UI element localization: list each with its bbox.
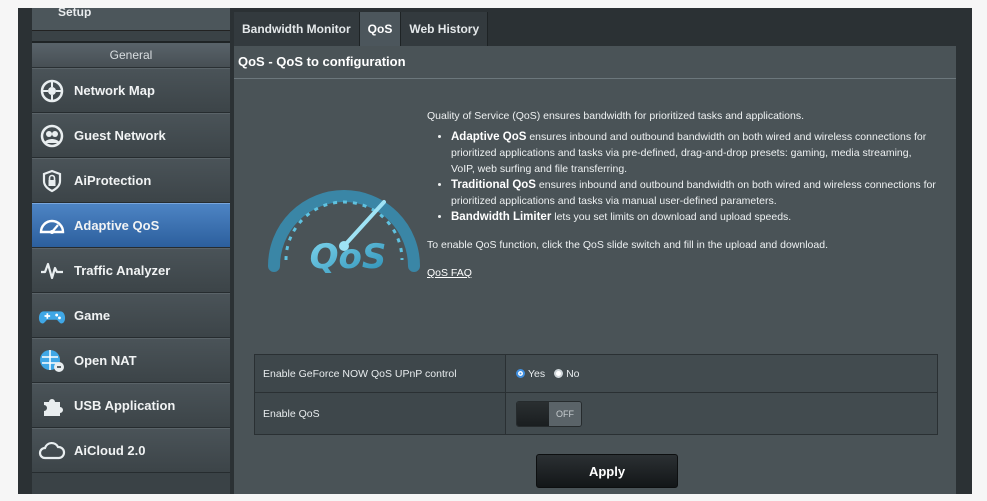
gamepad-icon (38, 302, 66, 330)
usb-puzzle-icon (38, 392, 66, 420)
main-panel: QoS - QoS to configuration QoS Quality o… (234, 46, 956, 494)
sidebar-item-label: Game (74, 308, 111, 323)
geforce-qos-label: Enable GeForce NOW QoS UPnP control (254, 354, 506, 393)
enable-instructions: To enable QoS function, click the QoS sl… (427, 239, 828, 251)
guest-network-icon (38, 122, 66, 150)
sidebar-item-label: Guest Network (74, 128, 166, 143)
apply-button[interactable]: Apply (536, 454, 678, 488)
tab-web-history[interactable]: Web History (401, 12, 489, 46)
sidebar-item-label: USB Application (74, 398, 176, 413)
list-item: Traditional QoS ensures inbound and outb… (451, 177, 937, 209)
speedometer-icon (38, 212, 66, 240)
network-map-icon (38, 77, 66, 105)
geforce-yes-radio[interactable] (516, 369, 525, 379)
toggle-state: OFF (549, 401, 581, 426)
enable-qos-label: Enable QoS (254, 392, 506, 435)
enable-qos-toggle[interactable]: OFF (516, 400, 582, 427)
tab-bandwidth-monitor[interactable]: Bandwidth Monitor (234, 12, 360, 46)
list-item: Bandwidth Limiter lets you set limits on… (451, 209, 937, 225)
page-title: QoS - QoS to configuration (234, 46, 956, 79)
sidebar-group-header: General (32, 43, 230, 68)
tab-qos[interactable]: QoS (359, 12, 402, 46)
qos-settings-table: Enable GeForce NOW QoS UPnP control Yes … (254, 354, 938, 435)
bullet-title: Bandwidth Limiter (451, 211, 552, 223)
sidebar-item-aicloud[interactable]: AiCloud 2.0 (32, 428, 230, 473)
speedometer-icon: QoS (268, 190, 420, 277)
sidebar-item-guest-network[interactable]: Guest Network (32, 113, 230, 158)
gauge-label: QoS (310, 237, 387, 277)
qos-description: Quality of Service (QoS) ensures bandwid… (427, 108, 937, 281)
geforce-qos-options: Yes No (505, 354, 938, 393)
bullet-text: lets you set limits on download and uplo… (551, 211, 792, 223)
table-row: Enable QoS OFF (254, 392, 938, 435)
router-admin-window: Setup General Network Map Guest Network (18, 8, 972, 494)
sidebar-item-setup[interactable]: Setup (32, 8, 230, 31)
sidebar-item-label: Setup (58, 8, 92, 18)
radio-label: Yes (528, 367, 546, 380)
sidebar-item-open-nat[interactable]: Open NAT (32, 338, 230, 383)
sidebar-item-label: Traffic Analyzer (74, 263, 171, 278)
sidebar-item-adaptive-qos[interactable]: Adaptive QoS (32, 203, 230, 248)
bullet-title: Adaptive QoS (451, 131, 527, 143)
sidebar-item-label: Adaptive QoS (74, 218, 160, 233)
intro-text: Quality of Service (QoS) ensures bandwid… (427, 110, 805, 122)
sidebar-item-usb-application[interactable]: USB Application (32, 383, 230, 428)
sidebar-item-aiprotection[interactable]: AiProtection (32, 158, 230, 203)
sidebar: Setup General Network Map Guest Network (32, 8, 230, 494)
geforce-no-radio[interactable] (554, 369, 564, 379)
enable-qos-cell: OFF (505, 392, 938, 435)
sidebar-item-network-map[interactable]: Network Map (32, 68, 230, 113)
toggle-knob (517, 401, 549, 426)
bullet-title: Traditional QoS (451, 179, 536, 191)
tab-bar: Bandwidth Monitor QoS Web History (234, 8, 489, 46)
sidebar-item-label: AiCloud 2.0 (74, 443, 146, 458)
sidebar-item-traffic-analyzer[interactable]: Traffic Analyzer (32, 248, 230, 293)
sidebar-item-label: Open NAT (74, 353, 137, 368)
open-nat-icon (38, 347, 66, 375)
waveform-icon (38, 257, 66, 285)
qos-faq-link[interactable]: QoS FAQ (427, 265, 472, 281)
qos-gauge-illustration: QoS (262, 142, 426, 282)
cloud-icon (38, 437, 66, 465)
sidebar-item-label: AiProtection (74, 173, 152, 188)
list-item: Adaptive QoS ensures inbound and outboun… (451, 129, 937, 177)
qos-type-list: Adaptive QoS ensures inbound and outboun… (427, 129, 937, 225)
sidebar-group-general: General Network Map Guest Network AiProt… (32, 41, 230, 473)
radio-label: No (566, 367, 580, 380)
sidebar-item-game[interactable]: Game (32, 293, 230, 338)
sidebar-item-label: Network Map (74, 83, 155, 98)
shield-lock-icon (38, 167, 66, 195)
table-row: Enable GeForce NOW QoS UPnP control Yes … (254, 354, 938, 393)
